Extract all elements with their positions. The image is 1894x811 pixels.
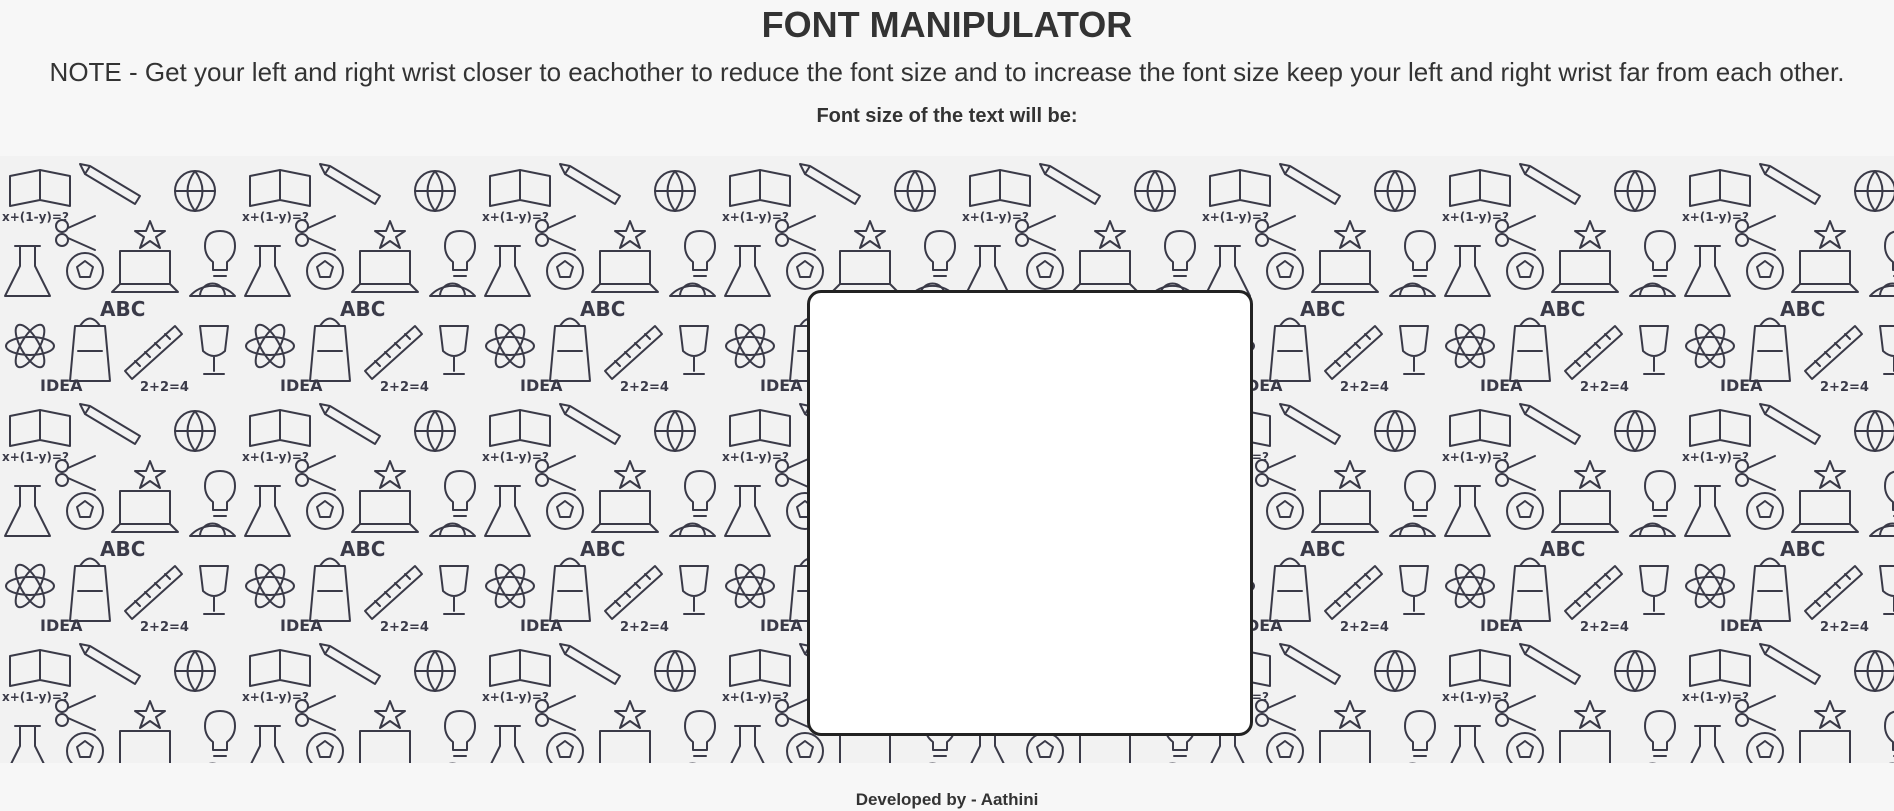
page: FONT MANIPULATOR NOTE - Get your left an…	[0, 0, 1894, 811]
instruction-note: NOTE - Get your left and right wrist clo…	[49, 57, 1845, 87]
page-title: FONT MANIPULATOR	[761, 4, 1133, 45]
footer-credit: Developed by - Aathini	[855, 790, 1039, 809]
font-size-label: Font size of the text will be:	[816, 105, 1078, 127]
webcam-canvas	[807, 290, 1253, 736]
